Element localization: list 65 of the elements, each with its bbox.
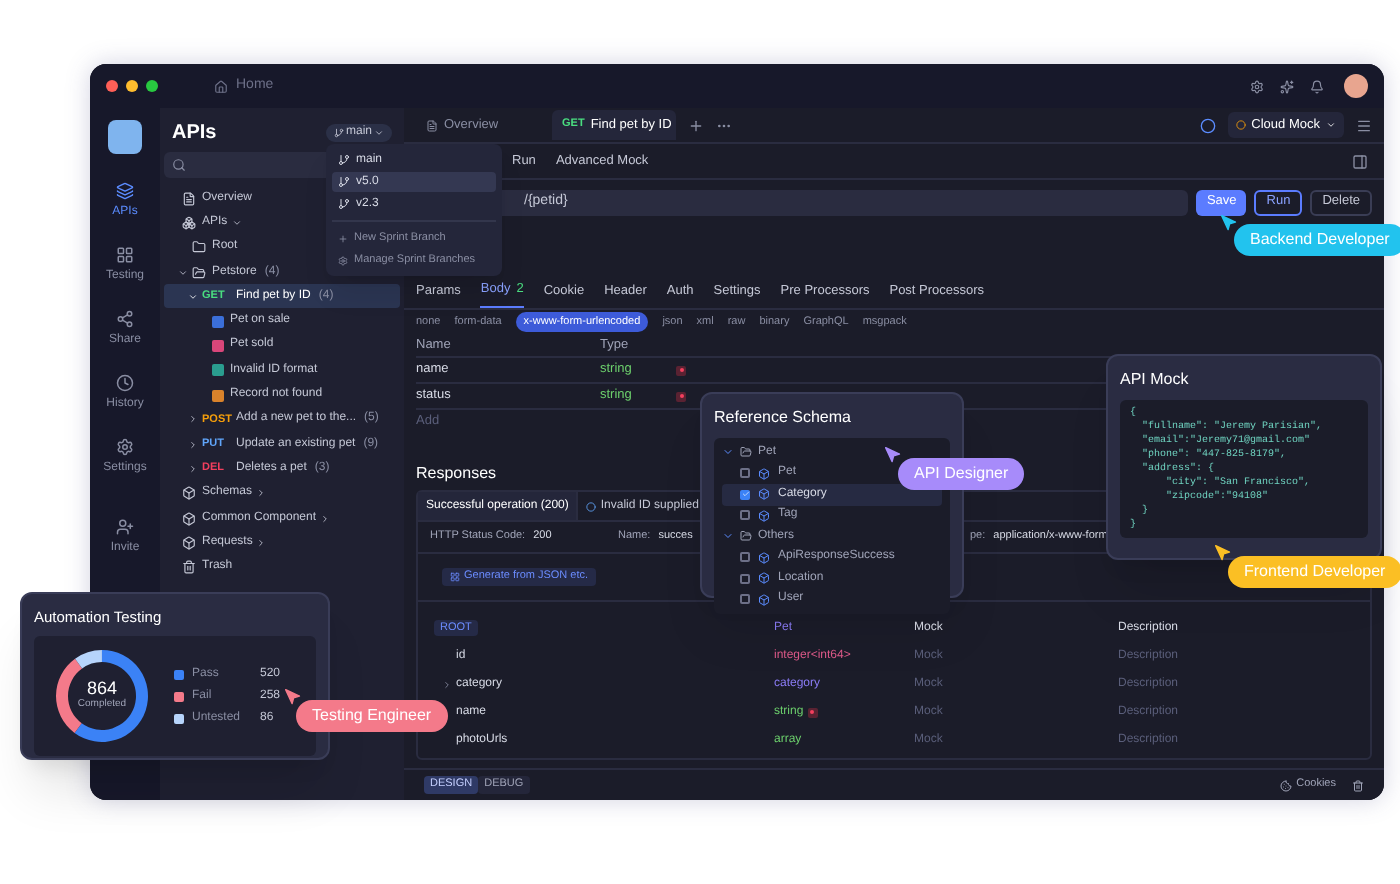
search-icon (172, 158, 186, 172)
cube-icon (758, 572, 770, 585)
section-title: Responses (416, 462, 497, 484)
folder-icon (740, 446, 752, 459)
caret-icon (1326, 120, 1336, 130)
checkbox[interactable] (740, 594, 750, 605)
panel-title: Reference Schema (714, 406, 853, 430)
panel-icon[interactable] (1352, 153, 1368, 169)
folder-icon (192, 265, 206, 280)
branch-icon (338, 154, 350, 166)
document-icon (182, 191, 196, 206)
branch-icon (338, 176, 350, 188)
home-icon (214, 79, 228, 93)
branch-icon (338, 198, 350, 210)
circle-icon (586, 501, 597, 511)
role-label: Testing Engineer (296, 700, 448, 732)
settings-icon (116, 438, 134, 456)
caret-icon (256, 488, 267, 499)
folder-icon (192, 240, 206, 255)
cube-icon (758, 509, 770, 522)
branch-icon (333, 127, 344, 137)
api-group-icon (182, 215, 196, 230)
cube-icon (758, 467, 770, 480)
sparkle-icon[interactable] (1280, 79, 1294, 93)
checkbox[interactable] (740, 468, 750, 479)
avatar[interactable] (1344, 74, 1368, 98)
trash-icon (182, 560, 196, 575)
plus-icon (338, 233, 348, 243)
component-icon (182, 511, 196, 525)
cube-icon (758, 551, 770, 564)
role-label: Backend Developer (1234, 224, 1400, 256)
cookie-icon (1280, 779, 1293, 791)
document-icon (426, 119, 438, 131)
checkbox[interactable] (740, 552, 750, 563)
grid-icon (115, 246, 134, 264)
grid-icon (450, 572, 460, 582)
settings-icon (338, 255, 348, 265)
app-logo-icon (108, 120, 142, 154)
role-label: Frontend Developer (1228, 556, 1400, 588)
checkbox[interactable] (740, 510, 750, 521)
caret-icon (374, 127, 384, 137)
settings-icon[interactable] (1250, 79, 1264, 93)
checkbox[interactable] (740, 573, 750, 584)
component-icon (182, 486, 196, 501)
share-icon (115, 310, 134, 328)
folder-icon (740, 530, 752, 543)
add-user-icon (116, 518, 134, 536)
add-tab-icon[interactable] (688, 117, 704, 133)
caret-icon (256, 537, 267, 548)
trash-icon[interactable] (1352, 779, 1364, 791)
status-icon (1199, 117, 1216, 133)
cube-icon (758, 488, 770, 501)
bell-icon[interactable] (1310, 79, 1324, 93)
menu-icon[interactable] (1356, 117, 1372, 133)
cube-icon (758, 593, 770, 606)
circle-icon (1235, 120, 1246, 130)
total-count: 864 (86, 680, 118, 698)
caret-icon (320, 513, 331, 523)
component-icon (182, 535, 196, 550)
sidebar-title: APIs (172, 119, 217, 147)
panel-title: API Mock (1120, 368, 1191, 392)
clock-icon (115, 374, 134, 392)
layers-icon (115, 182, 134, 200)
check-icon (741, 490, 749, 499)
role-label: API Designer (898, 458, 1025, 490)
